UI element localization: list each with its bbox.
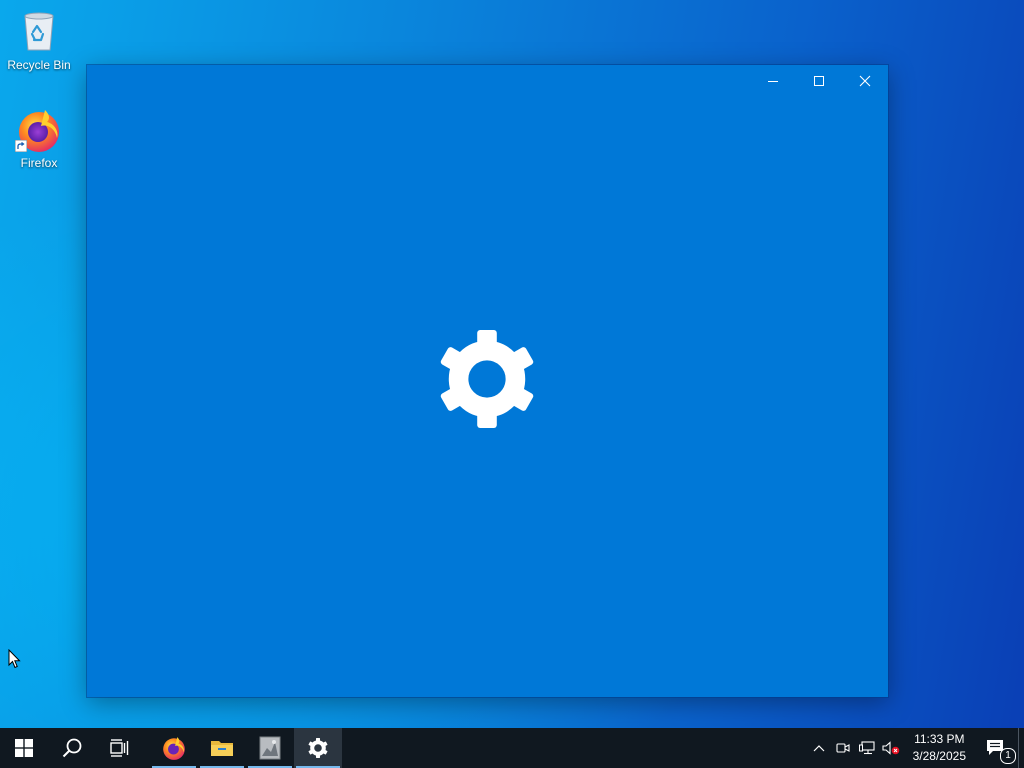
taskbar-firefox-button[interactable]	[150, 728, 198, 768]
clock[interactable]: 11:33 PM 3/28/2025	[903, 731, 974, 765]
maximize-icon	[814, 76, 824, 86]
windows-logo-icon	[15, 739, 33, 757]
chevron-up-icon	[813, 745, 825, 752]
search-button[interactable]	[48, 728, 96, 768]
volume-muted-icon	[882, 741, 899, 755]
notification-count-badge: 1	[1000, 748, 1016, 764]
gear-icon	[308, 738, 328, 758]
firefox-icon	[163, 737, 185, 760]
volume-button[interactable]	[879, 728, 903, 768]
folder-icon	[211, 741, 233, 756]
clock-date: 3/28/2025	[912, 749, 966, 763]
desktop-icon-recycle-bin[interactable]: Recycle Bin	[1, 8, 77, 72]
network-button[interactable]	[855, 728, 879, 768]
mouse-cursor-icon	[8, 649, 21, 669]
meet-now-icon	[836, 743, 850, 753]
gear-icon	[440, 330, 534, 428]
search-icon	[62, 738, 82, 758]
show-desktop-button[interactable]	[1018, 728, 1024, 768]
desktop: Recycle Bin Firefox	[0, 0, 1024, 728]
task-view-icon	[110, 739, 129, 757]
minimize-button[interactable]	[750, 65, 796, 97]
firefox-icon	[15, 106, 63, 154]
close-icon	[859, 75, 871, 87]
desktop-icon-label: Recycle Bin	[7, 58, 71, 72]
meet-now-button[interactable]	[831, 728, 855, 768]
recycle-bin-icon	[15, 8, 63, 56]
taskbar-settings-button[interactable]	[294, 728, 342, 768]
close-button[interactable]	[842, 65, 888, 97]
show-hidden-icons-button[interactable]	[807, 728, 831, 768]
shortcut-arrow-icon	[15, 140, 27, 152]
taskbar: 11:33 PM 3/28/2025 1	[0, 728, 1024, 768]
system-tray: 11:33 PM 3/28/2025 1	[807, 728, 1024, 768]
taskbar-app-button[interactable]	[246, 728, 294, 768]
desktop-icon-firefox[interactable]: Firefox	[1, 106, 77, 170]
task-view-button[interactable]	[96, 728, 144, 768]
app-thumbnail-icon	[259, 736, 281, 760]
taskbar-file-explorer-button[interactable]	[198, 728, 246, 768]
action-center-button[interactable]: 1	[974, 728, 1018, 768]
minimize-icon	[768, 81, 778, 82]
window-controls	[750, 65, 888, 97]
desktop-icon-label: Firefox	[20, 156, 58, 170]
maximize-button[interactable]	[796, 65, 842, 97]
settings-window	[87, 65, 888, 697]
clock-time: 11:33 PM	[914, 732, 965, 746]
network-icon	[858, 741, 875, 755]
start-button[interactable]	[0, 728, 48, 768]
